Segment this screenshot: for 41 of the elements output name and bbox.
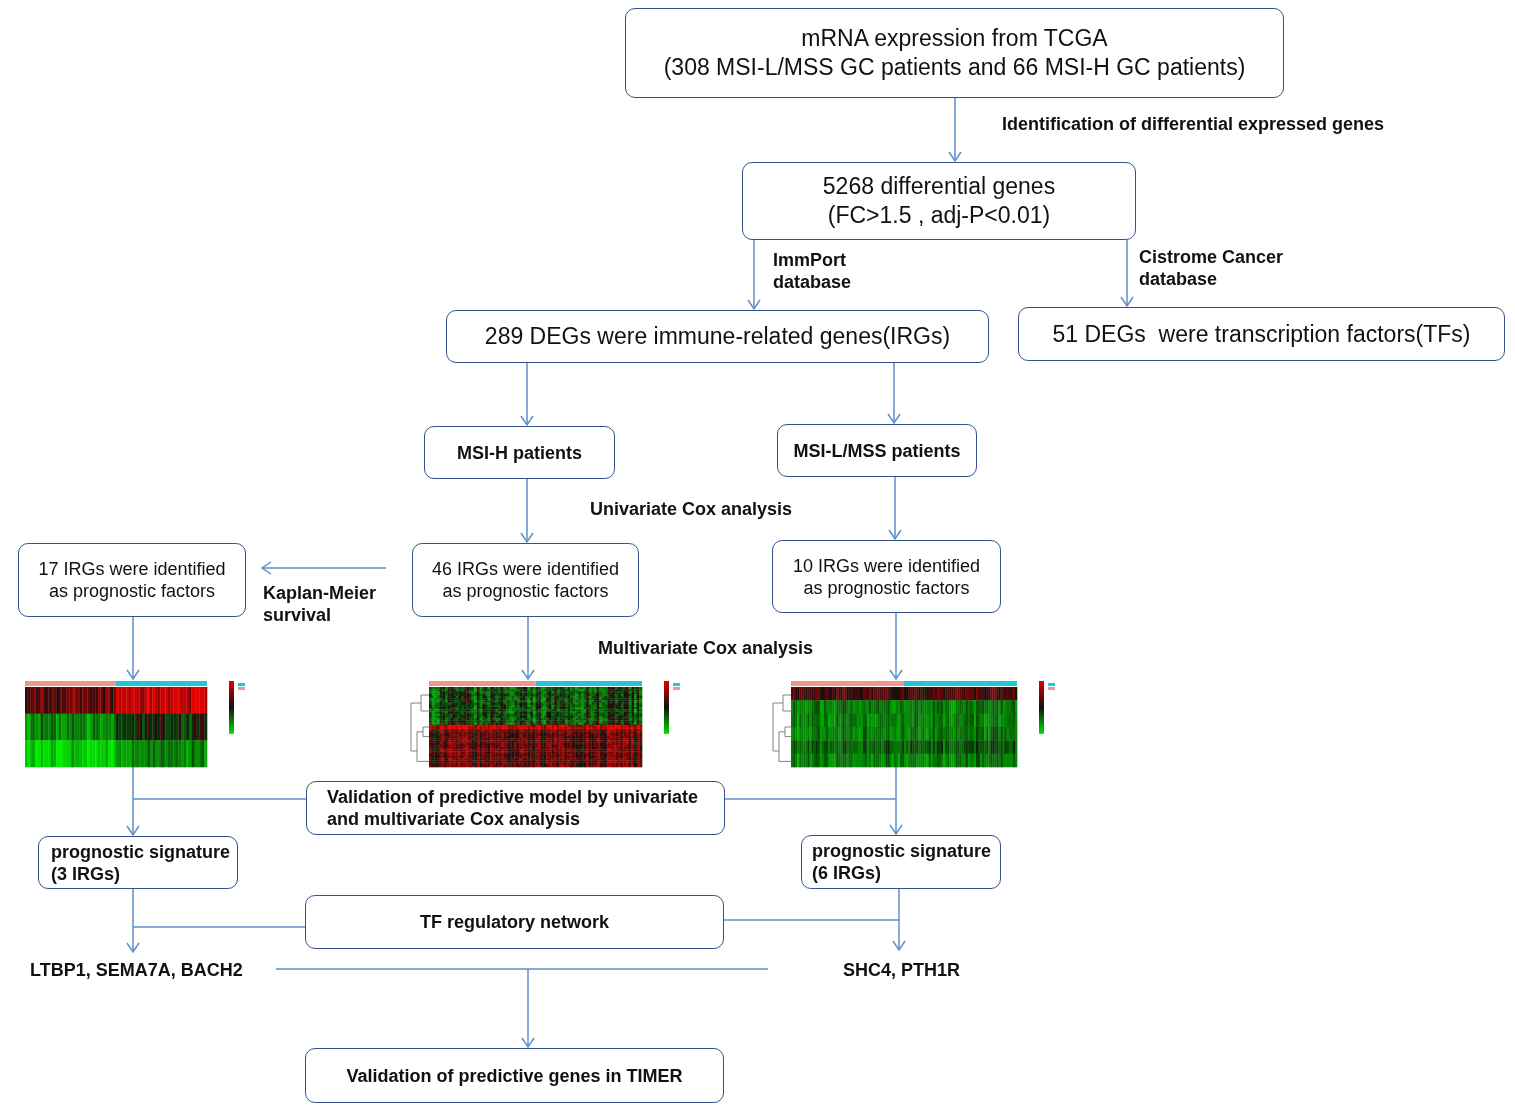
arrow-label: ImmPort database [773, 249, 852, 293]
down-arrow [126, 888, 140, 954]
flow-box: Validation of predictive model by univariate and multivariate Cox analysis [306, 781, 725, 835]
color-scale-bar [1039, 681, 1044, 734]
flow-box: 10 IRGs were identified as prognostic factors [772, 540, 1001, 613]
flow-box: prognostic signature (3 IRGs) [38, 836, 238, 889]
flow-box: prognostic signature (6 IRGs) [801, 835, 1001, 889]
down-arrow [889, 612, 903, 681]
down-arrow [521, 616, 535, 681]
flow-box: 289 DEGs were immune-related genes(IRGs) [446, 310, 989, 363]
down-arrow [889, 766, 903, 836]
down-arrow [520, 362, 534, 427]
flow-box: 5268 differential genes (FC>1.5 , adj-P<0.01) [742, 162, 1136, 240]
flow-box: mRNA expression from TCGA (308 MSI-L/MSS GC patients and 66 MSI-H GC patients) [625, 8, 1284, 98]
down-arrow [887, 362, 901, 425]
arrow-label: Kaplan-Meier survival [263, 582, 377, 626]
down-arrow [888, 476, 902, 541]
arrow-label: Univariate Cox analysis [590, 498, 793, 520]
flow-box: 17 IRGs were identified as prognostic factors [18, 543, 246, 617]
down-arrow [892, 888, 906, 952]
down-arrow [948, 97, 962, 163]
down-arrow [747, 239, 761, 311]
flow-box: MSI-H patients [424, 426, 615, 479]
arrow-label: Identification of differential expressed genes [1002, 113, 1385, 135]
down-arrow [126, 616, 140, 681]
gene-list: LTBP1, SEMA7A, BACH2 [30, 959, 243, 981]
dendrogram [772, 694, 792, 762]
flow-box: 51 DEGs were transcription factors(TFs) [1018, 307, 1505, 361]
flow-box: MSI-L/MSS patients [777, 424, 977, 477]
color-scale-bar [229, 681, 234, 734]
dendrogram [410, 694, 430, 762]
flow-box: 46 IRGs were identified as prognostic factors [412, 543, 639, 617]
down-arrow [520, 478, 534, 544]
color-scale-bar [664, 681, 669, 734]
flow-box: Validation of predictive genes in TIMER [305, 1048, 724, 1103]
flow-box: TF regulatory network [305, 895, 724, 949]
arrow-label: Cistrome Cancer database [1139, 246, 1284, 290]
down-arrow [1120, 239, 1134, 308]
gene-list: SHC4, PTH1R [843, 959, 961, 981]
down-arrow [126, 766, 140, 837]
arrow-label: Multivariate Cox analysis [598, 637, 814, 659]
